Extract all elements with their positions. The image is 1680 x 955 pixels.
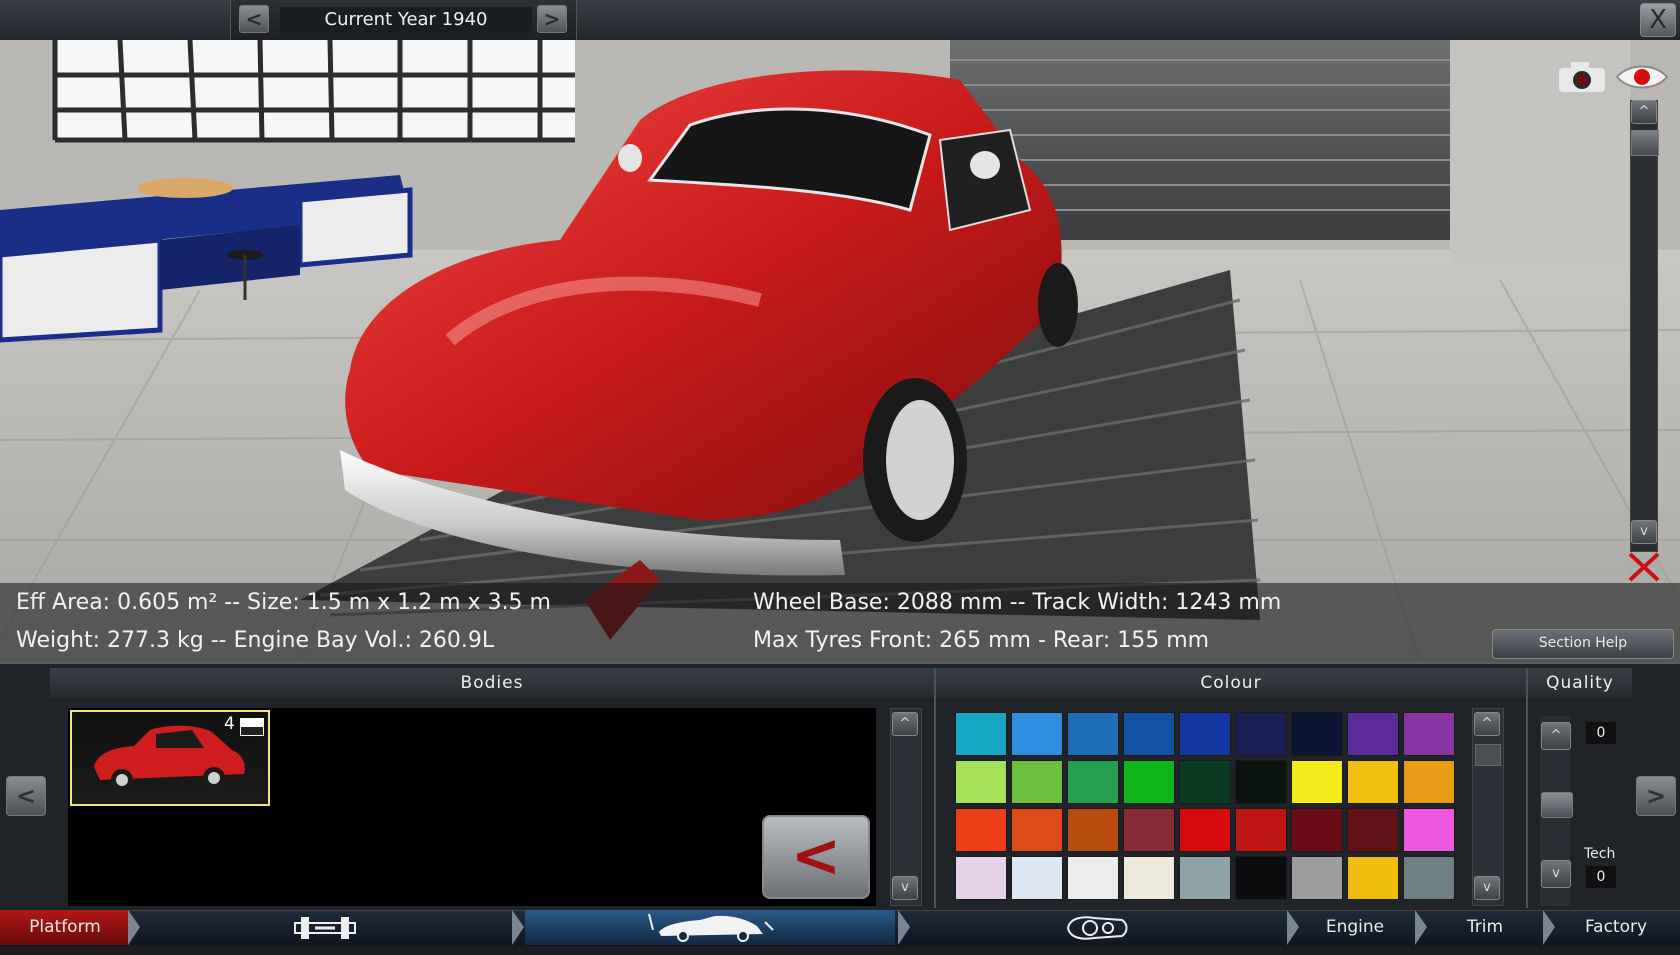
colour-swatch[interactable] xyxy=(1291,760,1343,804)
colour-header: Colour xyxy=(936,668,1526,698)
colour-swatch[interactable] xyxy=(1291,856,1343,900)
colour-swatch[interactable] xyxy=(1123,808,1175,852)
nav-separator xyxy=(512,910,524,945)
colour-swatch[interactable] xyxy=(955,712,1007,756)
car-body-icon xyxy=(648,913,774,942)
wheelbase-track-text: Wheel Base: 2088 mm -- Track Width: 1243… xyxy=(753,590,1282,615)
zoom-slider-thumb[interactable] xyxy=(1631,130,1659,156)
panel-divider xyxy=(1526,668,1528,908)
colour-swatch[interactable] xyxy=(1347,712,1399,756)
nav-tab-body[interactable] xyxy=(525,910,895,945)
car-thumbnail-icon xyxy=(94,725,245,791)
panel-divider xyxy=(934,668,936,908)
prev-section-button[interactable]: < xyxy=(6,776,46,816)
nav-tab-platform[interactable]: Platform xyxy=(0,910,130,945)
bodies-scroll-down[interactable]: v xyxy=(892,876,918,900)
nav-tab-engine[interactable]: Engine xyxy=(1300,910,1410,945)
nav-separator xyxy=(1415,910,1427,945)
colour-swatch[interactable] xyxy=(1179,760,1231,804)
colour-swatch[interactable] xyxy=(1179,856,1231,900)
current-year-label: Current Year 1940 xyxy=(280,7,532,33)
colour-swatch[interactable] xyxy=(1403,856,1455,900)
year-next-button[interactable]: > xyxy=(537,5,567,33)
garage-scene xyxy=(0,40,1680,662)
next-section-button[interactable]: > xyxy=(1636,776,1676,816)
body-door-count: 4 xyxy=(224,714,235,734)
eye-icon[interactable] xyxy=(1615,60,1669,94)
colour-swatch[interactable] xyxy=(1011,808,1063,852)
camera-icon[interactable] xyxy=(1557,60,1609,94)
nav-separator xyxy=(898,910,910,945)
max-tyres-text: Max Tyres Front: 265 mm - Rear: 155 mm xyxy=(753,628,1210,653)
tech-value: 0 xyxy=(1586,866,1616,888)
view-zoom-scrollbar[interactable] xyxy=(1630,100,1658,552)
colour-swatch[interactable] xyxy=(1235,856,1287,900)
nav-tab-trim[interactable]: Trim xyxy=(1430,910,1540,945)
quality-down-button[interactable]: v xyxy=(1541,860,1571,888)
colour-swatch[interactable] xyxy=(955,856,1007,900)
nav-separator xyxy=(1543,910,1555,945)
reset-view-icon[interactable] xyxy=(1622,550,1666,584)
door-icon xyxy=(240,718,264,736)
zoom-down-button[interactable]: v xyxy=(1631,520,1657,544)
colour-swatch[interactable] xyxy=(1011,760,1063,804)
colour-swatch[interactable] xyxy=(1011,712,1063,756)
car-viewport[interactable] xyxy=(0,40,1680,662)
headlight-icon xyxy=(1066,916,1128,940)
weight-engine-bay-text: Weight: 277.3 kg -- Engine Bay Vol.: 260… xyxy=(16,628,495,653)
colour-grid xyxy=(955,712,1461,904)
year-prev-button[interactable]: < xyxy=(239,5,269,33)
close-button[interactable]: X xyxy=(1640,3,1676,37)
tech-label: Tech xyxy=(1584,846,1616,862)
colour-swatch[interactable] xyxy=(1179,808,1231,852)
colour-swatch[interactable] xyxy=(955,808,1007,852)
colour-swatch[interactable] xyxy=(1179,712,1231,756)
nav-separator xyxy=(128,910,140,945)
colour-swatch[interactable] xyxy=(1011,856,1063,900)
chassis-icon xyxy=(294,917,356,939)
colour-swatch[interactable] xyxy=(1067,712,1119,756)
colour-scroll-up[interactable]: ^ xyxy=(1474,712,1500,736)
colour-swatch[interactable] xyxy=(1291,712,1343,756)
colour-swatch[interactable] xyxy=(1123,856,1175,900)
nav-tab-lights[interactable] xyxy=(912,910,1282,945)
quality-value: 0 xyxy=(1586,722,1616,744)
colour-swatch[interactable] xyxy=(1067,856,1119,900)
nav-separator xyxy=(1287,910,1299,945)
quality-header: Quality xyxy=(1528,668,1632,698)
colour-swatch[interactable] xyxy=(1067,760,1119,804)
colour-swatch[interactable] xyxy=(1067,808,1119,852)
colour-swatch[interactable] xyxy=(1347,856,1399,900)
quality-slider-thumb[interactable] xyxy=(1541,792,1573,818)
colour-swatch[interactable] xyxy=(955,760,1007,804)
colour-scroll-thumb[interactable] xyxy=(1475,744,1501,766)
colour-scroll-down[interactable]: v xyxy=(1474,876,1500,900)
colour-swatch[interactable] xyxy=(1291,808,1343,852)
colour-swatch[interactable] xyxy=(1123,760,1175,804)
colour-swatch[interactable] xyxy=(1403,808,1455,852)
nav-tab-factory[interactable]: Factory xyxy=(1556,910,1676,945)
colour-swatch[interactable] xyxy=(1235,760,1287,804)
colour-swatch[interactable] xyxy=(1347,808,1399,852)
colour-swatch[interactable] xyxy=(1403,760,1455,804)
nav-tab-chassis[interactable] xyxy=(145,910,505,945)
colour-swatch[interactable] xyxy=(1403,712,1455,756)
colour-swatch[interactable] xyxy=(1123,712,1175,756)
section-help-button[interactable]: Section Help xyxy=(1492,629,1674,659)
colour-swatch[interactable] xyxy=(1235,808,1287,852)
colour-swatch[interactable] xyxy=(1347,760,1399,804)
quality-up-button[interactable]: ^ xyxy=(1541,722,1571,750)
zoom-up-button[interactable]: ^ xyxy=(1631,100,1657,124)
colour-swatch[interactable] xyxy=(1235,712,1287,756)
bodies-scroll-up[interactable]: ^ xyxy=(892,712,918,736)
eff-area-size-text: Eff Area: 0.605 m² -- Size: 1.5 m x 1.2 … xyxy=(16,590,551,615)
back-arrow-button[interactable]: < xyxy=(762,815,870,899)
bodies-header: Bodies xyxy=(50,668,934,698)
